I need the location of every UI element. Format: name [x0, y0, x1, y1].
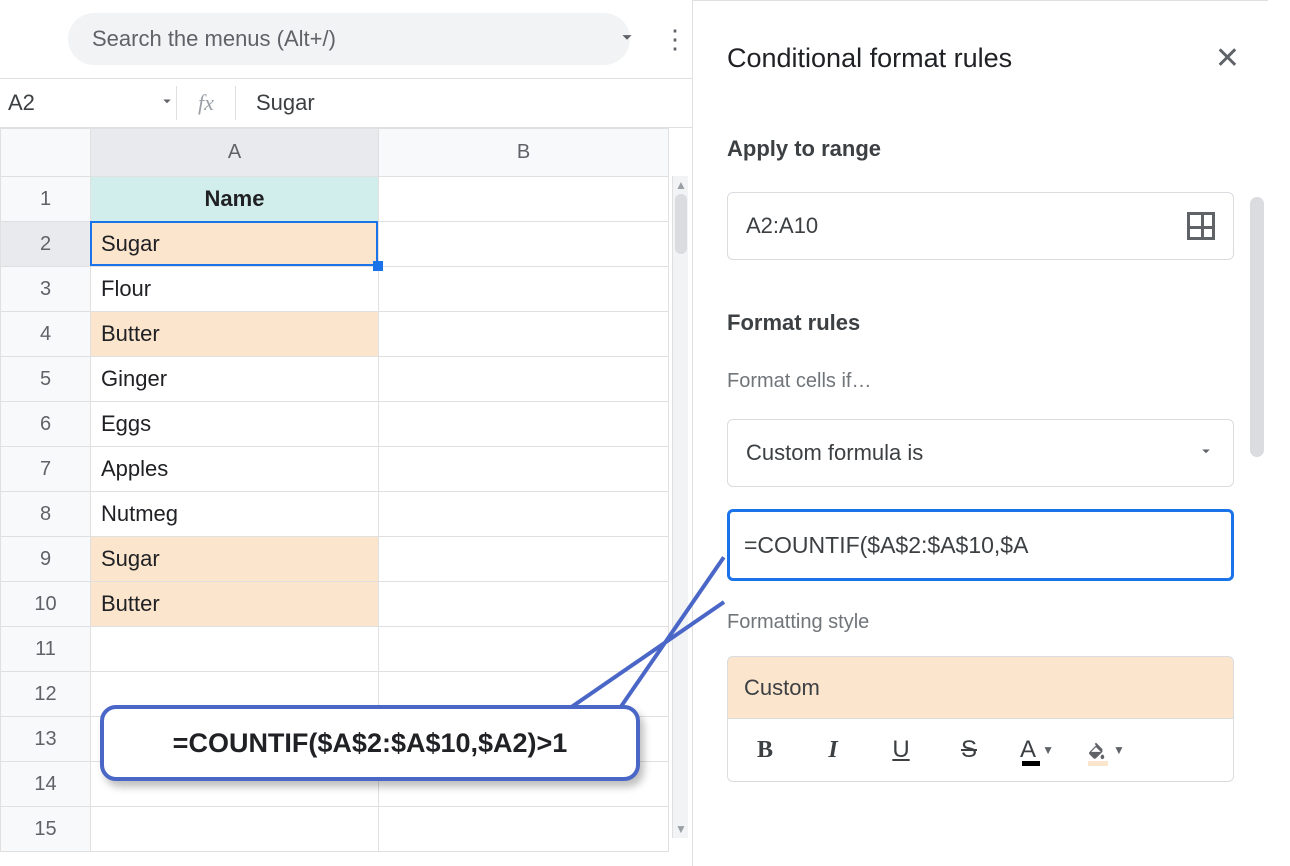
fill-color-button[interactable]: ▼	[1080, 730, 1130, 770]
data-cell[interactable]: Butter	[91, 582, 379, 627]
data-cell[interactable]	[379, 267, 669, 312]
scroll-up-arrow-icon[interactable]: ▲	[673, 176, 689, 194]
data-cell[interactable]: Flour	[91, 267, 379, 312]
data-cell[interactable]: Sugar	[91, 222, 379, 267]
panel-title: Conditional format rules	[727, 43, 1012, 74]
apply-to-range-value: A2:A10	[746, 213, 818, 239]
row-header[interactable]: 3	[1, 267, 91, 312]
annotation-text: =COUNTIF($A$2:$A$10,$A2)>1	[173, 728, 568, 759]
chevron-down-icon	[1197, 440, 1215, 466]
data-cell[interactable]: Eggs	[91, 402, 379, 447]
data-cell[interactable]	[379, 582, 669, 627]
data-cell[interactable]	[379, 807, 669, 852]
data-cell[interactable]	[379, 177, 669, 222]
data-cell[interactable]	[379, 222, 669, 267]
data-cell[interactable]: Apples	[91, 447, 379, 492]
column-header-A[interactable]: A	[91, 129, 379, 177]
formula-bar-input[interactable]: Sugar	[236, 90, 315, 116]
row-header[interactable]: 5	[1, 357, 91, 402]
data-cell[interactable]	[379, 357, 669, 402]
formula-bar-value: Sugar	[256, 90, 315, 115]
row-header[interactable]: 14	[1, 762, 91, 807]
text-color-button[interactable]: A▼	[1012, 730, 1062, 770]
data-cell[interactable]: Sugar	[91, 537, 379, 582]
data-cell[interactable]	[91, 627, 379, 672]
scroll-down-arrow-icon[interactable]: ▼	[673, 820, 689, 838]
name-box-ref: A2	[8, 90, 152, 116]
format-cells-if-label: Format cells if…	[693, 340, 1268, 393]
select-all-corner[interactable]	[1, 129, 91, 177]
data-cell[interactable]	[379, 627, 669, 672]
data-cell[interactable]	[91, 807, 379, 852]
menu-search-placeholder: Search the menus (Alt+/)	[92, 26, 336, 52]
italic-button[interactable]: I	[808, 730, 858, 770]
row-header[interactable]: 2	[1, 222, 91, 267]
strikethrough-button[interactable]: S	[944, 730, 994, 770]
chevron-down-icon[interactable]	[616, 26, 638, 53]
panel-vertical-scrollbar[interactable]	[1246, 1, 1268, 866]
formula-bar-row: A2 fx Sugar	[0, 78, 692, 128]
annotation-callout: =COUNTIF($A$2:$A$10,$A2)>1	[100, 705, 640, 781]
row-header[interactable]: 10	[1, 582, 91, 627]
row-header[interactable]: 13	[1, 717, 91, 762]
data-cell[interactable]	[379, 492, 669, 537]
apply-to-range-label: Apply to range	[693, 86, 1268, 166]
custom-formula-input[interactable]: =COUNTIF($A$2:$A$10,$A	[727, 509, 1234, 581]
menu-search-input[interactable]: Search the menus (Alt+/)	[68, 13, 630, 65]
data-cell[interactable]	[379, 312, 669, 357]
row-header[interactable]: 9	[1, 537, 91, 582]
chevron-down-icon[interactable]	[158, 90, 176, 116]
apply-to-range-field[interactable]: A2:A10	[727, 192, 1234, 260]
name-box[interactable]: A2	[0, 79, 176, 127]
conditional-format-panel: Conditional format rules ✕ Apply to rang…	[692, 0, 1268, 866]
formatting-style-label: Formatting style	[693, 581, 1268, 634]
row-header[interactable]: 15	[1, 807, 91, 852]
row-header[interactable]: 4	[1, 312, 91, 357]
data-cell[interactable]	[379, 447, 669, 492]
row-header[interactable]: 11	[1, 627, 91, 672]
row-header[interactable]: 7	[1, 447, 91, 492]
scroll-thumb[interactable]	[675, 194, 687, 254]
custom-formula-value: =COUNTIF($A$2:$A$10,$A	[744, 532, 1028, 559]
row-header[interactable]: 8	[1, 492, 91, 537]
fx-icon: fx	[177, 90, 235, 116]
data-cell[interactable]: Ginger	[91, 357, 379, 402]
grid-vertical-scrollbar[interactable]: ▲ ▼	[672, 176, 688, 838]
style-preview[interactable]: Custom	[727, 656, 1234, 718]
column-header-B[interactable]: B	[379, 129, 669, 177]
condition-value: Custom formula is	[746, 440, 923, 466]
data-cell[interactable]	[379, 537, 669, 582]
paint-bucket-icon	[1085, 739, 1107, 761]
row-header[interactable]: 1	[1, 177, 91, 222]
data-cell[interactable]: Nutmeg	[91, 492, 379, 537]
data-cell[interactable]: Butter	[91, 312, 379, 357]
underline-button[interactable]: U	[876, 730, 926, 770]
style-preview-name: Custom	[744, 675, 820, 701]
format-rules-label: Format rules	[693, 260, 1268, 340]
select-range-icon[interactable]	[1187, 212, 1215, 240]
selection-fill-handle[interactable]	[373, 261, 383, 271]
data-cell[interactable]	[379, 402, 669, 447]
row-header[interactable]: 12	[1, 672, 91, 717]
style-toolbar: B I U S A▼ ▼	[727, 718, 1234, 782]
condition-dropdown[interactable]: Custom formula is	[727, 419, 1234, 487]
close-icon[interactable]: ✕	[1215, 41, 1240, 76]
scroll-thumb[interactable]	[1250, 197, 1264, 457]
header-cell[interactable]: Name	[91, 177, 379, 222]
row-header[interactable]: 6	[1, 402, 91, 447]
toolbar-overflow: ⋮	[616, 0, 690, 78]
bold-button[interactable]: B	[740, 730, 790, 770]
